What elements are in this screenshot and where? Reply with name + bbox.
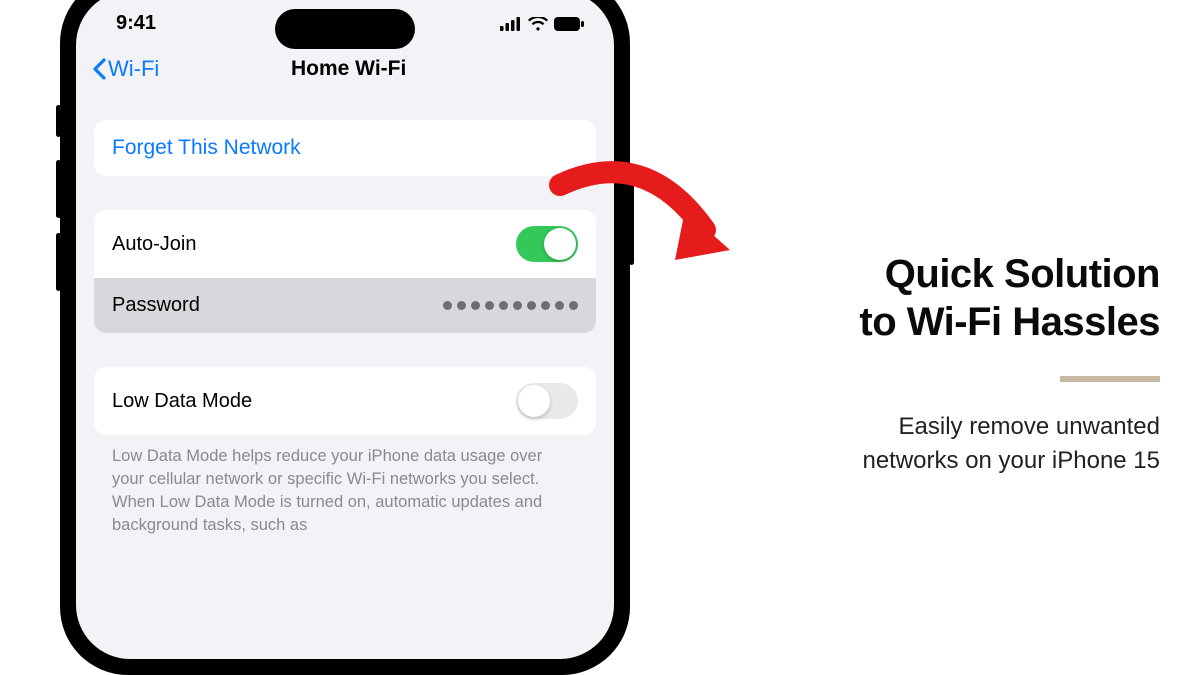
divider — [1060, 376, 1160, 382]
volume-down-button — [56, 233, 61, 291]
low-data-toggle[interactable] — [516, 383, 578, 419]
sub-line1: Easily remove unwanted — [720, 410, 1160, 444]
battery-icon — [554, 17, 584, 31]
forget-network-button[interactable]: Forget This Network — [94, 120, 596, 176]
network-settings-group: Auto-Join Password — [94, 210, 596, 333]
low-data-row: Low Data Mode — [94, 367, 596, 435]
auto-join-row: Auto-Join — [94, 210, 596, 278]
subtitle: Easily remove unwanted networks on your … — [720, 410, 1160, 477]
side-button — [56, 105, 61, 137]
wifi-icon — [528, 17, 548, 31]
status-time: 9:41 — [116, 12, 156, 35]
low-data-group: Low Data Mode — [94, 367, 596, 435]
auto-join-label: Auto-Join — [112, 233, 197, 256]
callout-arrow-icon — [545, 155, 745, 285]
forget-label: Forget This Network — [112, 136, 301, 160]
forget-group: Forget This Network — [94, 120, 596, 176]
cellular-icon — [500, 17, 522, 31]
low-data-label: Low Data Mode — [112, 390, 252, 413]
headline: Quick Solution to Wi-Fi Hassles — [720, 250, 1160, 346]
volume-up-button — [56, 160, 61, 218]
password-label: Password — [112, 294, 200, 317]
headline-line1: Quick Solution — [720, 250, 1160, 298]
dynamic-island — [275, 9, 415, 49]
password-dots — [443, 301, 578, 310]
sub-line2: networks on your iPhone 15 — [720, 444, 1160, 478]
phone-screen: 9:41 Wi-Fi Home Wi-Fi Forget This Networ — [76, 0, 614, 659]
status-icons — [500, 17, 584, 31]
promo-text: Quick Solution to Wi-Fi Hassles Easily r… — [720, 250, 1160, 477]
password-row[interactable]: Password — [94, 278, 596, 333]
phone-frame: 9:41 Wi-Fi Home Wi-Fi Forget This Networ — [60, 0, 630, 675]
page-title: Home Wi-Fi — [99, 57, 598, 81]
nav-bar: Wi-Fi Home Wi-Fi — [76, 46, 614, 94]
low-data-help-text: Low Data Mode helps reduce your iPhone d… — [94, 435, 596, 537]
headline-line2: to Wi-Fi Hassles — [720, 298, 1160, 346]
